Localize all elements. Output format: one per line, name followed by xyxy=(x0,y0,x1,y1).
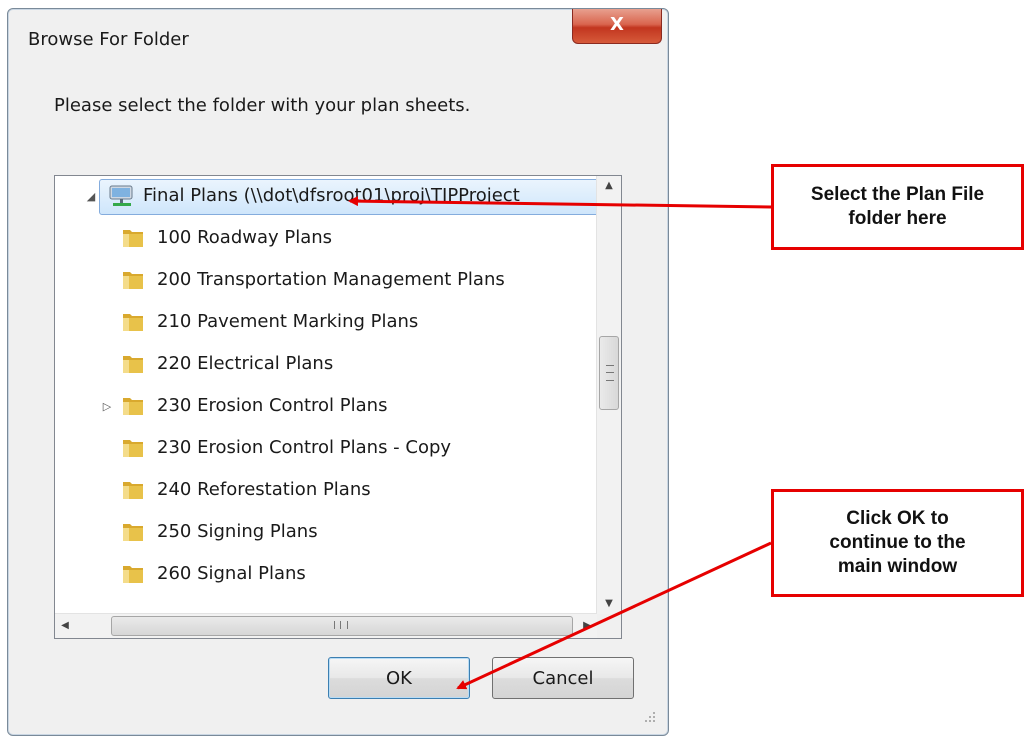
tree-folder-item[interactable]: 200 Transportation Management Plans xyxy=(55,260,595,302)
folder-icon xyxy=(123,566,143,583)
tree-root-item[interactable]: ◢ Final Plans (\\dot\dfsroot01\proj\TIPP… xyxy=(55,176,609,218)
scroll-up-icon[interactable]: ▲ xyxy=(597,176,621,196)
cancel-button[interactable]: Cancel xyxy=(492,657,634,699)
tree-folder-label: 250 Signing Plans xyxy=(157,521,318,542)
resize-grip-icon[interactable] xyxy=(644,711,656,723)
folder-icon xyxy=(123,524,143,541)
browse-for-folder-dialog: Browse For Folder X Please select the fo… xyxy=(7,8,669,736)
vertical-scroll-thumb[interactable] xyxy=(599,336,619,410)
tree-folder-label: 230 Erosion Control Plans xyxy=(157,395,388,416)
title-bar: Browse For Folder X xyxy=(8,9,668,65)
click-ok-callout-text: Click OK to continue to the main window xyxy=(829,508,966,577)
dialog-content: Please select the folder with your plan … xyxy=(14,65,660,727)
tree-folder-label: 240 Reforestation Plans xyxy=(157,479,371,500)
tree-folder-label: 260 Signal Plans xyxy=(157,563,306,584)
tree-folder-item[interactable]: 230 Erosion Control Plans - Copy xyxy=(55,428,595,470)
instruction-text: Please select the folder with your plan … xyxy=(54,95,471,116)
click-ok-callout: Click OK to continue to the main window xyxy=(771,489,1024,597)
select-folder-callout: Select the Plan File folder here xyxy=(771,164,1024,250)
tree-folder-item[interactable]: 220 Electrical Plans xyxy=(55,344,595,386)
horizontal-scrollbar[interactable]: ◀ ▶ xyxy=(55,613,597,638)
tree-folder-label: 220 Electrical Plans xyxy=(157,353,334,374)
scroll-left-icon[interactable]: ◀ xyxy=(55,614,75,638)
scrollbar-corner xyxy=(597,614,621,638)
grip-icon xyxy=(606,365,614,381)
tree-folder-item[interactable]: ▷ 230 Erosion Control Plans xyxy=(55,386,595,428)
vertical-scrollbar[interactable]: ▲ ▼ xyxy=(596,176,621,614)
scroll-down-icon[interactable]: ▼ xyxy=(597,594,621,614)
folder-icon xyxy=(123,398,143,415)
tree-folder-label: 100 Roadway Plans xyxy=(157,227,333,248)
folder-icon xyxy=(123,314,143,331)
collapse-arrow-icon[interactable]: ◢ xyxy=(85,191,97,203)
dialog-title: Browse For Folder xyxy=(28,29,189,50)
expand-arrow-icon[interactable]: ▷ xyxy=(101,401,113,413)
folder-icon xyxy=(123,356,143,373)
horizontal-scroll-thumb[interactable] xyxy=(111,616,573,636)
scroll-right-icon[interactable]: ▶ xyxy=(577,614,597,638)
tree-rows: ◢ Final Plans (\\dot\dfsroot01\proj\TIPP… xyxy=(55,176,609,614)
tree-folder-label: 200 Transportation Management Plans xyxy=(157,269,505,290)
tree-folder-item[interactable]: 260 Signal Plans xyxy=(55,554,595,596)
ok-button[interactable]: OK xyxy=(328,657,470,699)
tree-root-label: Final Plans (\\dot\dfsroot01\proj\TIPPro… xyxy=(143,185,520,206)
folder-icon xyxy=(123,482,143,499)
tree-folder-item[interactable]: 250 Signing Plans xyxy=(55,512,595,554)
select-folder-callout-text: Select the Plan File folder here xyxy=(810,184,985,229)
grip-icon xyxy=(334,621,348,629)
folder-icon xyxy=(123,230,143,247)
folder-icon xyxy=(123,440,143,457)
close-button[interactable]: X xyxy=(572,9,662,44)
tree-folder-item[interactable]: 240 Reforestation Plans xyxy=(55,470,595,512)
folder-tree[interactable]: ◢ Final Plans (\\dot\dfsroot01\proj\TIPP… xyxy=(54,175,622,639)
close-icon: X xyxy=(610,14,624,35)
network-drive-icon xyxy=(109,185,133,206)
folder-icon xyxy=(123,272,143,289)
tree-folder-label: 230 Erosion Control Plans - Copy xyxy=(157,437,452,458)
tree-folder-item[interactable]: 210 Pavement Marking Plans xyxy=(55,302,595,344)
tree-folder-item[interactable]: 100 Roadway Plans xyxy=(55,218,595,260)
tree-folder-label: 210 Pavement Marking Plans xyxy=(157,311,419,332)
